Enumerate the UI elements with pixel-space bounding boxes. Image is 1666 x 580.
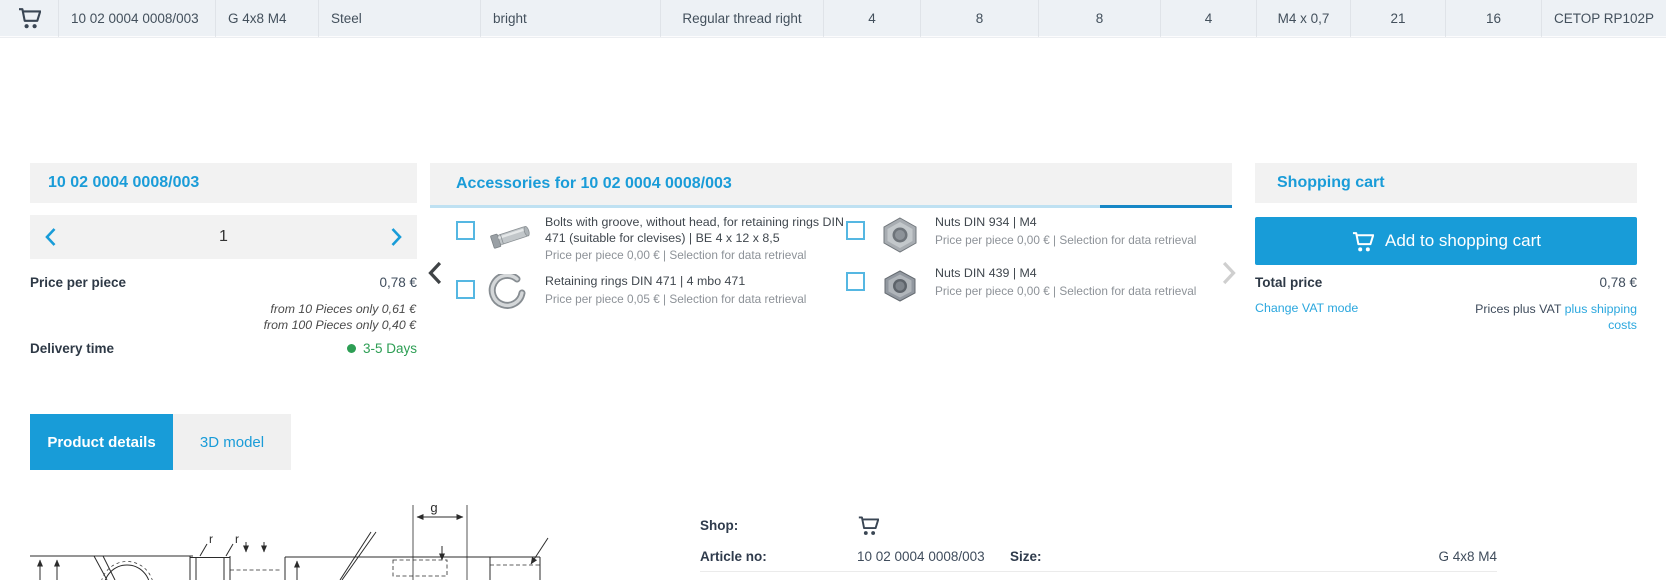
- carousel-scroll-indicator: [430, 205, 1232, 208]
- dimension-label-r: r: [209, 532, 213, 546]
- price-per-piece-value: 0,78 €: [379, 275, 417, 290]
- cell-size: G 4x8 M4: [215, 0, 318, 36]
- article-no-label: Article no:: [700, 549, 857, 564]
- product-article-title: 10 02 0004 0008/003: [30, 174, 199, 192]
- delivery-time: 3-5 Days: [347, 341, 417, 356]
- accessory-text: Nuts DIN 934 | M4 Price per piece 0,00 €…: [935, 215, 1232, 248]
- accessory-price-line: Price per piece 0,05 € | Selection for d…: [545, 292, 846, 307]
- quantity-value[interactable]: 1: [219, 228, 228, 246]
- cell-article-no[interactable]: 10 02 0004 0008/003: [58, 0, 215, 36]
- retaining-ring-image: [484, 274, 536, 314]
- add-to-cart-button[interactable]: Add to shopping cart: [1255, 217, 1637, 265]
- accessory-checkbox[interactable]: [846, 272, 865, 291]
- cell-g: 8: [920, 0, 1038, 36]
- quantity-decrease-button[interactable]: [45, 224, 67, 250]
- accessory-checkbox[interactable]: [846, 221, 865, 240]
- total-price-row: Total price 0,78 €: [1255, 275, 1637, 290]
- delivery-time-value: 3-5 Days: [363, 341, 417, 356]
- accessory-title[interactable]: Retaining rings DIN 471 | 4 mbo 471: [545, 274, 846, 290]
- quantity-stepper: 1: [30, 215, 417, 259]
- tab-3d-model[interactable]: 3D model: [173, 414, 291, 470]
- accessory-price-line: Price per piece 0,00 € | Selection for d…: [935, 233, 1232, 248]
- article-table-row[interactable]: 10 02 0004 0008/003 G 4x8 M4 Steel brigh…: [0, 0, 1666, 36]
- accessory-title[interactable]: Nuts DIN 439 | M4: [935, 266, 1232, 282]
- accessory-checkbox[interactable]: [456, 280, 475, 299]
- detail-row-article-size: Article no: 10 02 0004 0008/003 Size: G …: [700, 541, 1497, 572]
- accessory-item-bolts: Bolts with groove, without head, for ret…: [456, 215, 846, 263]
- dimension-label-g: g: [430, 500, 437, 515]
- price-per-piece-label: Price per piece: [30, 275, 126, 290]
- accessory-price-line: Price per piece 0,00 € | Selection for d…: [545, 248, 846, 263]
- hex-nut-image: [874, 215, 926, 255]
- accessory-price-line: Price per piece 0,00 € | Selection for d…: [935, 284, 1232, 299]
- cell-a1-h11: 8: [1038, 0, 1160, 36]
- tab-product-details[interactable]: Product details: [30, 414, 173, 470]
- total-price-value: 0,78 €: [1599, 275, 1637, 290]
- accessory-title[interactable]: Bolts with groove, without head, for ret…: [545, 215, 846, 246]
- carousel-prev-button[interactable]: [428, 260, 448, 288]
- cell-l1: 21: [1350, 0, 1445, 36]
- size-label: Size:: [1010, 549, 1160, 564]
- accessory-item-nuts-din934: Nuts DIN 934 | M4 Price per piece 0,00 €…: [846, 215, 1232, 255]
- detail-tabs: Product details 3D model: [30, 414, 291, 470]
- accessories-title: Accessories for 10 02 0004 0008/003: [430, 175, 732, 193]
- cell-d1: 4: [823, 0, 920, 36]
- cell-cetop: CETOP RP102P: [1541, 0, 1666, 36]
- quantity-increase-button[interactable]: [380, 224, 402, 250]
- delivery-time-label: Delivery time: [30, 341, 114, 356]
- delivery-time-row: Delivery time 3-5 Days: [30, 341, 417, 356]
- price-tier-100: from 100 Pieces only 0,40 €: [264, 318, 416, 332]
- shipping-costs-link[interactable]: plus shipping costs: [1565, 302, 1637, 332]
- cell-material-group: Steel: [318, 0, 480, 36]
- cell-thread-version: Regular thread right: [660, 0, 823, 36]
- accessory-text: Bolts with groove, without head, for ret…: [545, 215, 846, 263]
- cart-icon: [17, 7, 41, 29]
- row-cart-button[interactable]: [0, 0, 58, 36]
- cell-d2: M4 x 0,7: [1256, 0, 1350, 36]
- shopping-cart-header: Shopping cart: [1255, 163, 1637, 203]
- shop-label: Shop:: [700, 518, 857, 533]
- cell-surface: bright: [480, 0, 660, 36]
- cell-b2: 4: [1160, 0, 1256, 36]
- cart-icon: [857, 515, 879, 536]
- product-panel: 10 02 0004 0008/003 1 Price per piece 0,…: [30, 163, 417, 373]
- shopping-cart-title: Shopping cart: [1255, 174, 1385, 192]
- bolt-image: [484, 215, 536, 255]
- accessory-title[interactable]: Nuts DIN 934 | M4: [935, 215, 1232, 231]
- accessory-text: Nuts DIN 439 | M4 Price per piece 0,00 €…: [935, 266, 1232, 299]
- technical-drawing: r r g: [30, 472, 670, 580]
- vat-note: Prices plus VAT plus shipping costs: [1445, 301, 1637, 333]
- hex-nut-image: [874, 266, 926, 306]
- cell-l2: 16: [1445, 0, 1541, 36]
- size-value: G 4x8 M4: [1160, 549, 1497, 564]
- accessories-panel: Accessories for 10 02 0004 0008/003: [430, 163, 1232, 363]
- article-no-value: 10 02 0004 0008/003: [857, 549, 1010, 564]
- price-per-piece-row: Price per piece 0,78 €: [30, 275, 417, 290]
- detail-row-shop: Shop:: [700, 510, 1497, 541]
- add-to-cart-label: Add to shopping cart: [1385, 231, 1541, 251]
- product-page: Shop Article no Size Material group Surf…: [0, 0, 1666, 580]
- accessory-item-nuts-din439: Nuts DIN 439 | M4 Price per piece 0,00 €…: [846, 266, 1232, 306]
- dimension-label-r: r: [235, 532, 239, 546]
- carousel-scroll-thumb[interactable]: [1100, 205, 1232, 208]
- product-panel-header: 10 02 0004 0008/003: [30, 163, 417, 203]
- shop-cart-icon[interactable]: [857, 515, 1010, 536]
- product-details-section: Shop: Article no: 10 02 0004 0008/003 Si…: [700, 510, 1497, 572]
- vat-note-text: Prices plus VAT: [1475, 302, 1561, 316]
- accessory-item-retaining-rings: Retaining rings DIN 471 | 4 mbo 471 Pric…: [456, 274, 846, 314]
- accessory-text: Retaining rings DIN 471 | 4 mbo 471 Pric…: [545, 274, 846, 307]
- total-price-label: Total price: [1255, 275, 1322, 290]
- shopping-cart-panel: Shopping cart Add to shopping cart Total…: [1255, 163, 1637, 363]
- accessories-list: Bolts with groove, without head, for ret…: [456, 215, 1232, 314]
- price-tier-10: from 10 Pieces only 0,61 €: [270, 302, 416, 316]
- change-vat-mode-link[interactable]: Change VAT mode: [1255, 301, 1358, 315]
- vat-row: Change VAT mode Prices plus VAT plus shi…: [1255, 301, 1637, 333]
- accessory-checkbox[interactable]: [456, 221, 475, 240]
- delivery-status-dot-icon: [347, 344, 356, 353]
- cart-icon: [1351, 231, 1374, 252]
- accessories-panel-header: Accessories for 10 02 0004 0008/003: [430, 163, 1232, 205]
